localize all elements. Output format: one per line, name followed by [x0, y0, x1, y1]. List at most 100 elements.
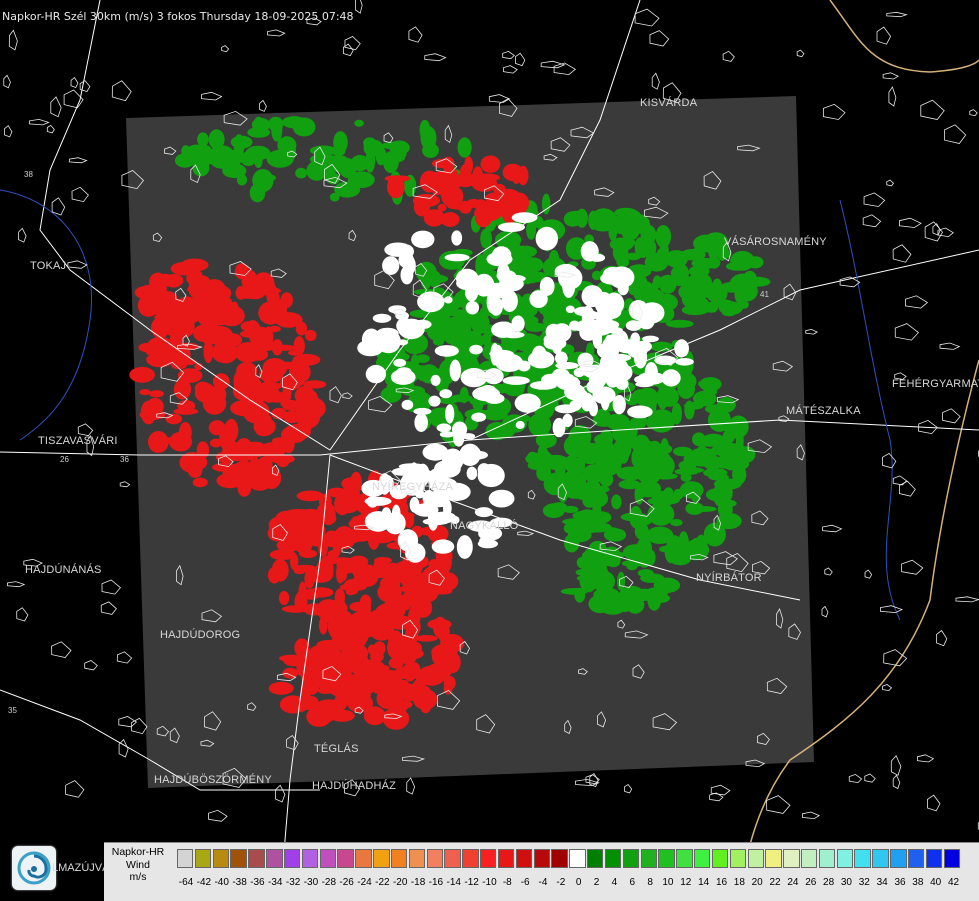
radar-echo [408, 605, 420, 627]
radar-echo [692, 258, 719, 269]
radar-echo [354, 120, 364, 127]
radar-echo [445, 404, 454, 423]
swirl-icon [12, 846, 56, 890]
legend-swatch [872, 849, 888, 868]
radar-echo [600, 353, 618, 374]
radar-echo [362, 329, 381, 351]
radar-echo [254, 154, 262, 168]
radar-echo [266, 283, 277, 306]
legend-swatch [783, 849, 799, 868]
legend-swatch [213, 849, 229, 868]
settlement-outline [52, 198, 65, 215]
radar-echo [564, 212, 582, 227]
city-label-nyirbator: NYÍRBÁTOR [696, 572, 762, 584]
radar-echo [599, 588, 608, 611]
settlement-outline [887, 12, 907, 16]
radar-echo [260, 414, 272, 423]
city-label-tokaj: TOKAJ [30, 260, 66, 272]
radar-echo [595, 292, 613, 314]
country-border [830, 0, 979, 72]
settlement-outline [940, 343, 959, 349]
radar-echo [428, 396, 440, 407]
radar-echo [417, 291, 444, 312]
settlement-outline [516, 53, 525, 65]
legend-tick-label: -8 [503, 877, 512, 888]
settlement-outline [883, 73, 898, 79]
settlement-outline [120, 482, 129, 487]
radar-echo [432, 325, 442, 345]
radar-echo [236, 362, 257, 380]
settlement-outline [112, 81, 131, 101]
radar-echo [138, 343, 154, 352]
settlement-outline [409, 27, 422, 42]
radar-echo [640, 395, 648, 406]
radar-echo [693, 391, 717, 407]
legend-tick-label: 20 [752, 877, 763, 888]
legend-swatch [230, 849, 246, 868]
radar-echo [184, 145, 209, 166]
radar-echo [288, 350, 303, 356]
legend-swatch [658, 849, 674, 868]
radar-echo [409, 685, 431, 699]
radar-echo [212, 290, 224, 298]
settlement-outline [895, 324, 918, 341]
settlement-outline [47, 125, 54, 132]
radar-echo [698, 538, 707, 553]
radar-echo [605, 335, 614, 348]
radar-echo [541, 374, 561, 386]
settlement-outline [711, 785, 730, 795]
radar-echo [585, 522, 612, 532]
radar-echo [679, 460, 697, 470]
settlement-outline [119, 740, 128, 757]
radar-echo [193, 478, 208, 488]
radar-echo [297, 406, 320, 429]
radar-echo [635, 381, 653, 387]
legend-swatch [854, 849, 870, 868]
settlement-outline [901, 560, 922, 574]
radar-echo [713, 484, 727, 506]
radar-echo [592, 387, 615, 405]
radar-echo [502, 332, 524, 339]
radar-echo [722, 309, 737, 316]
radar-echo [129, 367, 155, 383]
legend-swatch [248, 849, 264, 868]
radar-echo [166, 414, 183, 425]
legend-swatch [694, 849, 710, 868]
radar-echo [716, 513, 741, 529]
settlement-outline [863, 215, 880, 227]
legend-tick-label: 18 [734, 877, 745, 888]
radar-echo [382, 256, 399, 275]
radar-echo [296, 322, 307, 336]
settlement-outline [652, 73, 659, 89]
radar-echo [666, 320, 694, 328]
radar-echo [466, 301, 479, 314]
settlement-outline [883, 685, 892, 691]
settlement-outline [823, 525, 842, 532]
radar-echo [316, 702, 342, 715]
legend-tick-label: -2 [556, 877, 565, 888]
legend-title-line: Napkor-HR [104, 846, 172, 859]
legend-swatch [926, 849, 942, 868]
radar-echo [552, 323, 571, 342]
radar-echo [306, 161, 327, 181]
radar-echo [690, 506, 717, 512]
radar-echo [327, 488, 347, 498]
legend-swatch [177, 849, 193, 868]
radar-echo [270, 454, 295, 463]
legend-swatch [890, 849, 906, 868]
legend-tick-label: 14 [698, 877, 709, 888]
settlement-outline [19, 228, 27, 242]
legend-tick-label: 6 [629, 877, 635, 888]
radar-echo [564, 523, 573, 533]
radar-echo [590, 208, 616, 231]
radar-echo [177, 297, 198, 316]
radar-echo [563, 414, 573, 427]
radar-echo [414, 413, 428, 432]
legend-swatch [266, 849, 282, 868]
radar-echo [581, 241, 599, 261]
settlement-outline [917, 755, 933, 762]
radar-echo [657, 248, 668, 258]
radar-echo [511, 316, 524, 332]
settlement-outline [893, 775, 900, 788]
radar-echo [421, 703, 431, 713]
